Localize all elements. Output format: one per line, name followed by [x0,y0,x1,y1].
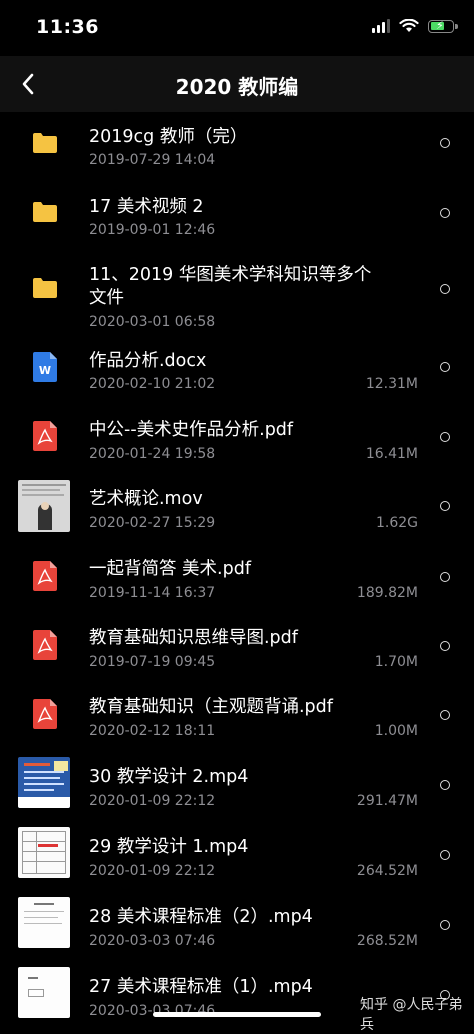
file-date: 2019-09-01 12:46 [89,222,216,238]
video-thumbnail [18,967,70,1018]
file-size: 1.70M [374,654,418,670]
pdf-icon [33,421,57,451]
file-row[interactable]: 教育基础知识（主观题背诵.pdf 2020-02-12 18:11 1.00M [0,686,474,756]
video-thumbnail [18,480,70,532]
pdf-icon [33,561,57,591]
select-radio[interactable] [440,362,450,372]
file-row[interactable]: W 作品分析.docx 2020-02-10 21:02 12.31M [0,340,474,408]
file-name: 29 教学设计 1.mp4 [89,837,249,857]
file-row[interactable]: 中公--美术史作品分析.pdf 2020-01-24 19:58 16.41M [0,408,474,478]
file-size: 291.47M [356,793,418,809]
file-row[interactable]: 艺术概论.mov 2020-02-27 15:29 1.62G [0,478,474,548]
svg-text:W: W [39,364,51,377]
file-row[interactable]: 教育基础知识思维导图.pdf 2019-07-19 09:45 1.70M [0,618,474,686]
file-size: 264.52M [356,863,418,879]
select-radio[interactable] [440,641,450,651]
file-row[interactable]: 2019cg 教师（完） 2019-07-29 14:04 [0,112,474,180]
file-date: 2020-01-09 22:12 [89,863,216,879]
select-radio[interactable] [440,572,450,582]
video-thumbnail [18,897,70,948]
select-radio[interactable] [440,920,450,930]
file-date: 2019-11-14 16:37 [89,585,216,601]
file-row[interactable]: 28 美术课程标准（2）.mp4 2020-03-03 07:46 268.52… [0,896,474,966]
select-radio[interactable] [440,780,450,790]
select-radio[interactable] [440,432,450,442]
file-name: 17 美术视频 2 [89,197,204,217]
file-row[interactable]: 29 教学设计 1.mp4 2020-01-09 22:12 264.52M [0,826,474,896]
file-size: 16.41M [365,446,418,462]
file-date: 2020-02-12 18:11 [89,723,216,739]
status-icons: ⚡ [372,19,458,33]
file-date: 2020-02-27 15:29 [89,515,216,531]
file-size: 1.00M [374,723,418,739]
battery-charging-icon: ⚡ [428,19,458,33]
folder-icon [33,278,57,298]
file-name: 一起背简答 美术.pdf [89,559,252,579]
file-size: 189.82M [356,585,418,601]
file-row[interactable]: 11、2019 华图美术学科知识等多个文件 2020-03-01 06:58 [0,248,474,340]
file-row[interactable]: 30 教学设计 2.mp4 2020-01-09 22:12 291.47M [0,756,474,826]
file-date: 2020-02-10 21:02 [89,376,216,392]
file-size: 1.62G [375,515,418,531]
file-date: 2020-01-24 19:58 [89,446,216,462]
select-radio[interactable] [440,208,450,218]
select-radio[interactable] [440,284,450,294]
wifi-icon [399,19,419,32]
video-thumbnail [18,757,70,808]
status-bar: 11:36 ⚡ [0,0,474,56]
file-size: 268.52M [356,933,418,949]
status-time: 11:36 [36,16,99,38]
file-name: 27 美术课程标准（1）.mp4 [89,977,313,997]
file-date: 2020-01-09 22:12 [89,793,216,809]
file-name: 教育基础知识思维导图.pdf [89,628,298,648]
file-name: 中公--美术史作品分析.pdf [89,420,294,440]
file-name: 30 教学设计 2.mp4 [89,767,249,787]
pdf-icon [33,699,57,729]
file-name: 教育基础知识（主观题背诵.pdf [89,697,333,717]
file-name: 2019cg 教师（完） [89,127,248,147]
select-radio[interactable] [440,138,450,148]
pdf-icon [33,630,57,660]
navigation-bar: 2020 教师编 [0,56,474,112]
select-radio[interactable] [440,710,450,720]
file-date: 2020-03-03 07:46 [89,933,216,949]
file-date: 2019-07-29 14:04 [89,152,216,168]
select-radio[interactable] [440,501,450,511]
watermark-text: 知乎 @人民子弟兵 [360,997,463,1033]
folder-icon [33,202,57,222]
file-name: 28 美术课程标准（2）.mp4 [89,907,313,927]
home-indicator[interactable] [153,1012,321,1017]
page-title: 2020 教师编 [175,75,299,99]
cellular-signal-icon [372,19,390,33]
file-name: 作品分析.docx [89,351,207,371]
file-size: 12.31M [365,376,418,392]
file-row[interactable]: 17 美术视频 2 2019-09-01 12:46 [0,180,474,248]
video-thumbnail [18,827,70,878]
file-name: 11、2019 华图美术学科知识等多个文件 [89,265,372,308]
file-row[interactable]: 一起背简答 美术.pdf 2019-11-14 16:37 189.82M [0,548,474,618]
folder-icon [33,133,57,153]
word-doc-icon: W [33,352,57,382]
select-radio[interactable] [440,850,450,860]
file-date: 2019-07-19 09:45 [89,654,216,670]
file-date: 2020-03-01 06:58 [89,314,216,330]
file-name: 艺术概论.mov [89,489,203,509]
